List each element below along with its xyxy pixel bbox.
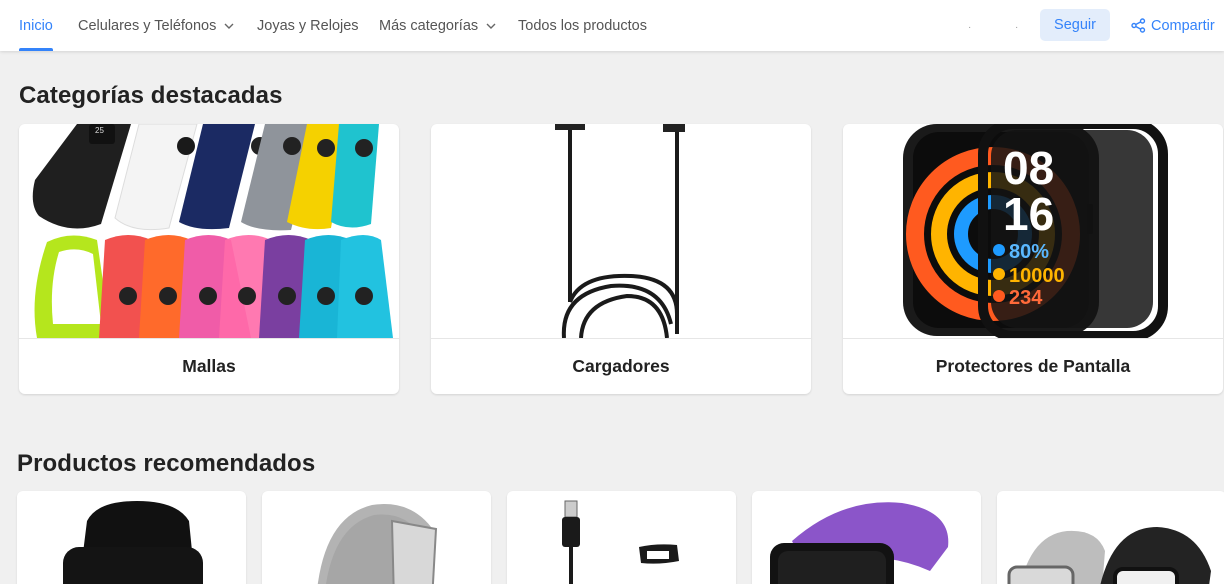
share-icon	[1131, 18, 1146, 33]
decorative-dot: ·	[968, 22, 972, 33]
category-label: Mallas	[19, 338, 399, 394]
category-card-protectores-pantalla[interactable]: 08 16 80% 10000 234 Protectores de Panta…	[843, 124, 1223, 394]
silicone-bands-image: 25	[32, 124, 393, 338]
chevron-down-icon	[223, 20, 235, 32]
featured-categories-title: Categorías destacadas	[19, 82, 283, 109]
milanese-strap-pair-icon	[1007, 527, 1211, 584]
nav-item-label: Inicio	[19, 17, 53, 34]
nav-item-mas-categorias[interactable]: Más categorías	[379, 0, 497, 51]
purple-band-watch-icon	[770, 502, 949, 584]
nav-item-label: Más categorías	[379, 17, 479, 34]
watch-stat-calories: 234	[1009, 287, 1043, 309]
product-card[interactable]	[507, 491, 736, 584]
watch-time-minute: 16	[1003, 188, 1054, 240]
screen-protector-image: 08 16 80% 10000 234	[903, 124, 1168, 338]
product-card[interactable]	[997, 491, 1224, 584]
category-label: Protectores de Pantalla	[843, 338, 1223, 394]
black-band-watch-icon	[63, 501, 203, 584]
category-card-mallas[interactable]: 25 Mallas	[19, 124, 399, 394]
category-label: Cargadores	[431, 338, 811, 394]
watch-time-hour: 08	[1003, 142, 1054, 194]
nav-item-celulares[interactable]: Celulares y Teléfonos	[78, 0, 235, 51]
top-navigation: Inicio Celulares y Teléfonos Joyas y Rel…	[0, 0, 1224, 51]
nav-item-joyas-relojes[interactable]: Joyas y Relojes	[257, 0, 359, 51]
usb-charger-cable-icon	[562, 500, 679, 584]
product-card[interactable]	[17, 491, 246, 584]
chevron-down-icon	[485, 20, 497, 32]
decorative-dot: ·	[1015, 22, 1019, 33]
svg-text:25: 25	[95, 126, 104, 135]
charger-cable-image	[555, 124, 685, 338]
follow-button[interactable]: Seguir	[1040, 9, 1110, 41]
nav-item-label: Todos los productos	[518, 17, 647, 34]
milanese-silver-strap-icon	[317, 504, 438, 584]
nav-item-label: Celulares y Teléfonos	[78, 17, 217, 34]
nav-item-inicio[interactable]: Inicio	[19, 0, 53, 51]
nav-item-label: Joyas y Relojes	[257, 17, 359, 34]
watch-stat-percent: 80%	[1009, 241, 1049, 263]
category-card-cargadores[interactable]: Cargadores	[431, 124, 811, 394]
watch-stat-steps: 10000	[1009, 265, 1065, 287]
recommended-products-title: Productos recomendados	[17, 450, 316, 477]
share-button[interactable]: Compartir	[1131, 0, 1215, 51]
product-card[interactable]	[262, 491, 491, 584]
nav-item-todos-productos[interactable]: Todos los productos	[518, 0, 647, 51]
product-card[interactable]	[752, 491, 981, 584]
share-label: Compartir	[1151, 17, 1215, 34]
